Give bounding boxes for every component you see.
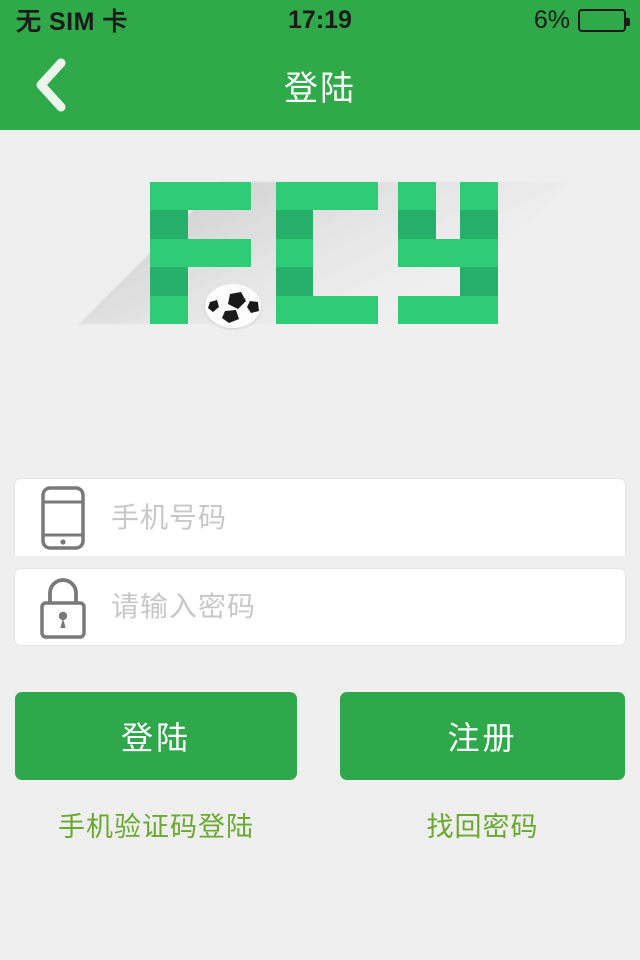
logo-block [460,182,498,210]
logo-block [150,239,188,267]
logo-block [188,239,251,267]
smartphone-icon [15,485,111,551]
password-field-row[interactable] [14,568,626,646]
logo-block [150,296,188,324]
logo-block [398,239,498,267]
login-button[interactable]: 登陆 [15,692,297,780]
password-input[interactable] [111,591,625,623]
logo-block [398,182,436,210]
battery-icon [578,8,630,32]
logo-block [276,296,378,324]
phone-input[interactable] [111,501,625,534]
page-title: 登陆 [284,69,356,108]
brand-logo [0,130,640,460]
logo-block [276,182,378,210]
logo-block [398,210,436,239]
phone-field-row[interactable] [14,478,626,556]
logo-block [150,210,188,239]
logo-block [150,267,188,296]
sms-login-link[interactable]: 手机验证码登陆 [15,802,297,846]
logo-blocks [150,182,498,328]
soccer-ball-icon [205,284,261,328]
battery-status: 6% [533,5,630,35]
login-screen: 无 SIM 卡 17:19 6% 登陆 手机号码 登陆 注册 手机验证码登陆 找… [0,0,640,960]
status-bar: 无 SIM 卡 17:19 6% [0,0,640,40]
register-button[interactable]: 注册 [340,692,625,780]
logo-block [276,210,313,239]
nav-bar: 登陆 [0,40,640,130]
logo-block [150,182,188,210]
logo-block [188,182,251,210]
logo-block [460,267,498,296]
logo-block [460,210,498,239]
logo-block [276,267,313,296]
logo-block [276,239,313,267]
forgot-password-link[interactable]: 找回密码 [340,802,625,846]
lock-icon [15,574,111,640]
logo-block [398,296,498,324]
battery-percent-label: 6% [533,5,570,34]
